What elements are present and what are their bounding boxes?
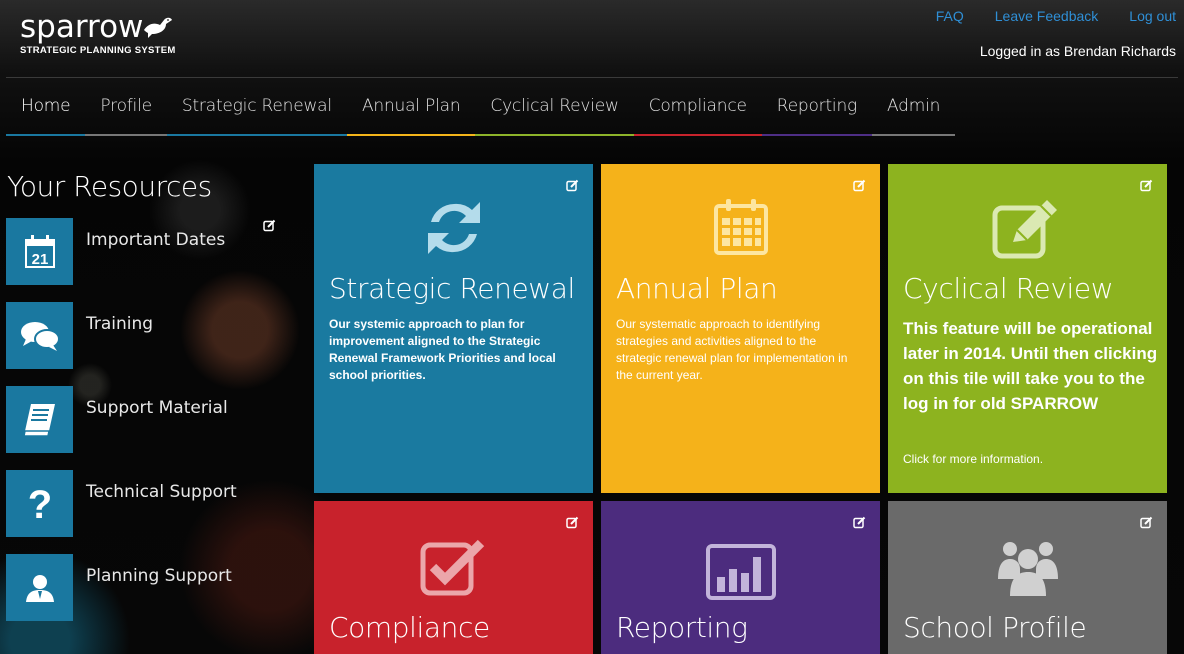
nav-underline — [633, 134, 762, 136]
resources-title: Your Resources — [7, 170, 212, 203]
checkbox-icon — [314, 537, 593, 597]
tile-strategic-renewal[interactable]: Strategic Renewal Our systemic approach … — [314, 164, 593, 493]
svg-text:?: ? — [27, 484, 51, 524]
tile-title: Strategic Renewal — [329, 272, 575, 305]
nav-label: Cyclical Review — [490, 96, 619, 116]
leave-feedback-link[interactable]: Leave Feedback — [995, 8, 1099, 24]
calendar-grid-icon — [601, 198, 880, 256]
tile-reporting[interactable]: Reporting — [601, 501, 880, 654]
resource-label: Planning Support — [86, 566, 232, 586]
logged-in-user: Logged in as Brendan Richards — [979, 43, 1176, 59]
pencil-square-icon — [888, 198, 1167, 260]
bar-chart-icon — [601, 543, 880, 601]
nav-underline — [166, 134, 347, 136]
resource-label: Support Material — [86, 398, 228, 418]
tile-title: School Profile — [903, 611, 1087, 644]
edit-icon[interactable] — [1140, 179, 1153, 192]
top-links: FAQ Leave Feedback Log out — [905, 8, 1176, 24]
question-mark-icon: ? — [6, 470, 73, 537]
tile-description: Our systematic approach to identifying s… — [616, 317, 848, 382]
nav-label: Annual Plan — [361, 96, 461, 116]
tile-title: Compliance — [329, 611, 490, 644]
edit-icon[interactable] — [853, 516, 866, 529]
logo-subtitle: STRATEGIC PLANNING SYSTEM — [20, 45, 176, 56]
tile-notice: This feature will be operational later i… — [903, 319, 1158, 413]
bird-icon — [144, 17, 172, 38]
nav-label: Compliance — [648, 96, 747, 116]
header-divider — [6, 77, 1178, 78]
tile-cyclical-review[interactable]: Cyclical Review This feature will be ope… — [888, 164, 1167, 493]
sparrow-logo[interactable]: sparrow STRATEGIC PLANNING SYSTEM — [20, 10, 176, 56]
refresh-icon — [314, 198, 593, 258]
nav-compliance[interactable]: Compliance — [633, 84, 762, 136]
edit-icon[interactable] — [566, 516, 579, 529]
person-icon — [6, 554, 73, 621]
tile-annual-plan[interactable]: Annual Plan Our systematic approach to i… — [601, 164, 880, 493]
more-info-link[interactable]: Click for more information. — [903, 452, 1043, 466]
nav-underline — [6, 134, 86, 136]
nav-admin[interactable]: Admin — [872, 84, 956, 136]
nav-label: Admin — [887, 96, 941, 116]
nav-strategic-renewal[interactable]: Strategic Renewal — [166, 84, 347, 136]
nav-reporting[interactable]: Reporting — [761, 84, 873, 136]
tile-description: Our systemic approach to plan for improv… — [329, 317, 556, 382]
nav-label: Strategic Renewal — [181, 96, 332, 116]
resource-label: Training — [86, 314, 154, 334]
main-nav: Home Profile Strategic Renewal Annual Pl… — [6, 84, 956, 136]
group-icon — [888, 539, 1167, 597]
calendar-day: 21 — [31, 251, 48, 268]
book-icon — [6, 386, 73, 453]
nav-underline — [761, 134, 873, 136]
log-out-link[interactable]: Log out — [1129, 8, 1176, 24]
tile-title: Cyclical Review — [903, 272, 1114, 305]
edit-icon[interactable] — [263, 219, 276, 232]
edit-icon[interactable] — [1140, 516, 1153, 529]
tile-title: Annual Plan — [616, 272, 778, 305]
tile-title: Reporting — [616, 611, 748, 644]
edit-icon[interactable] — [566, 179, 579, 192]
edit-icon[interactable] — [853, 179, 866, 192]
nav-label: Profile — [100, 96, 152, 116]
chat-bubbles-icon — [6, 302, 73, 369]
nav-label: Reporting — [776, 96, 858, 116]
resource-label: Important Dates — [86, 230, 226, 250]
nav-underline — [475, 134, 634, 136]
nav-label: Home — [21, 96, 71, 116]
calendar-icon: 21 — [6, 218, 73, 285]
nav-underline — [872, 134, 956, 136]
faq-link[interactable]: FAQ — [936, 8, 964, 24]
resource-label: Technical Support — [86, 482, 237, 502]
tile-school-profile[interactable]: School Profile — [888, 501, 1167, 654]
nav-underline — [85, 134, 167, 136]
header: sparrow STRATEGIC PLANNING SYSTEM FAQ Le… — [0, 0, 1184, 78]
nav-annual-plan[interactable]: Annual Plan — [346, 84, 476, 136]
nav-cyclical-review[interactable]: Cyclical Review — [475, 84, 634, 136]
nav-profile[interactable]: Profile — [85, 84, 167, 136]
tile-compliance[interactable]: Compliance — [314, 501, 593, 654]
nav-home[interactable]: Home — [6, 84, 86, 136]
nav-underline — [346, 134, 476, 136]
